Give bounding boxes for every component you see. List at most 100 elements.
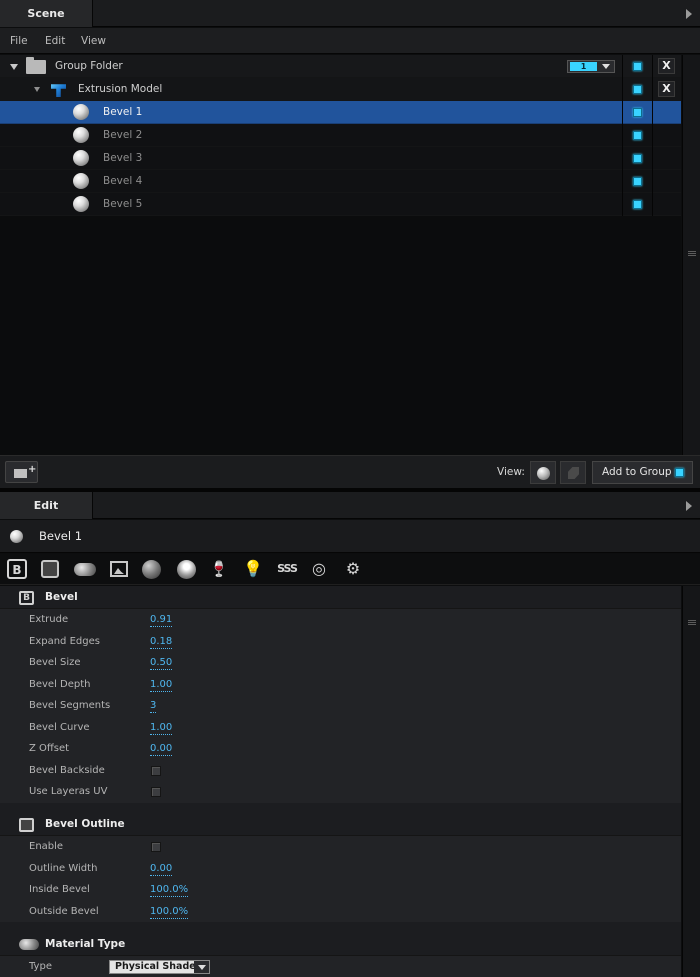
section-outline-header[interactable]: Bevel Outline bbox=[0, 813, 681, 836]
bevel-sphere-icon bbox=[73, 196, 89, 212]
material-type-select[interactable]: Physical Shader bbox=[109, 960, 210, 974]
menu-view[interactable]: View bbox=[81, 28, 106, 54]
visibility-toggle[interactable] bbox=[633, 200, 642, 209]
plus-icon: + bbox=[28, 464, 37, 475]
texture-icon[interactable] bbox=[110, 561, 128, 577]
visibility-toggle[interactable] bbox=[633, 62, 642, 71]
new-group-folder-button[interactable]: + bbox=[5, 461, 38, 483]
outline-enable-checkbox[interactable] bbox=[151, 842, 161, 852]
tree-row-bevel[interactable]: Bevel 1 bbox=[0, 101, 681, 124]
tree-row-bevel[interactable]: Bevel 5 bbox=[0, 193, 681, 216]
outside-bevel-value[interactable]: 100.0% bbox=[150, 904, 189, 919]
remove-group-button[interactable]: X bbox=[658, 58, 675, 74]
material-type-icon[interactable] bbox=[74, 563, 96, 576]
bevel-icon[interactable]: B bbox=[7, 559, 27, 579]
prop-enable: Enable bbox=[0, 836, 681, 858]
add-to-group-label: Add to Group bbox=[602, 466, 672, 478]
light-bulb-icon[interactable]: 💡 bbox=[242, 558, 264, 580]
scene-panel-header: Scene bbox=[0, 0, 700, 27]
bevel-label: Bevel 1 bbox=[103, 106, 143, 118]
folder-icon bbox=[26, 57, 46, 74]
edit-scrollbar[interactable] bbox=[682, 586, 700, 977]
scroll-grip[interactable] bbox=[688, 620, 696, 626]
prop-expand-edges: Expand Edges 0.18 bbox=[0, 630, 681, 652]
remove-model-button[interactable]: X bbox=[658, 81, 675, 97]
view-mesh-button[interactable] bbox=[560, 461, 586, 484]
menu-file[interactable]: File bbox=[10, 28, 28, 54]
column-divider bbox=[622, 78, 623, 101]
outline-width-value[interactable]: 0.00 bbox=[150, 861, 173, 876]
column-divider bbox=[652, 170, 653, 193]
bevel-size-value[interactable]: 0.50 bbox=[150, 655, 173, 670]
visibility-toggle[interactable] bbox=[633, 85, 642, 94]
bevel-outline-icon bbox=[19, 818, 34, 832]
material-type-icon bbox=[19, 939, 39, 950]
inside-bevel-value[interactable]: 100.0% bbox=[150, 882, 189, 897]
bevel-sphere-icon bbox=[73, 127, 89, 143]
tree-row-extrusion-model[interactable]: Extrusion Model X bbox=[0, 78, 681, 101]
section-bevel-header[interactable]: B Bevel bbox=[0, 586, 681, 609]
column-divider bbox=[622, 147, 623, 170]
tree-row-bevel[interactable]: Bevel 2 bbox=[0, 124, 681, 147]
menu-edit[interactable]: Edit bbox=[45, 28, 65, 54]
bevel-sphere-icon bbox=[73, 104, 89, 120]
view-label: View: bbox=[497, 466, 525, 478]
group-count-dropdown[interactable]: 1 bbox=[567, 60, 615, 73]
expand-arrow-icon[interactable] bbox=[10, 64, 18, 70]
visibility-toggle[interactable] bbox=[633, 131, 642, 140]
prop-label: Bevel Curve bbox=[29, 721, 90, 733]
section-material-header[interactable]: Material Type bbox=[0, 933, 681, 956]
prop-label: Bevel Depth bbox=[29, 678, 91, 690]
folder-icon bbox=[14, 469, 27, 478]
edit-tab[interactable]: Edit bbox=[0, 492, 93, 519]
column-divider bbox=[622, 124, 623, 147]
sphere-material-icon[interactable] bbox=[142, 560, 161, 579]
scroll-grip[interactable] bbox=[688, 251, 696, 257]
chevron-down-icon bbox=[194, 961, 209, 973]
column-divider bbox=[652, 55, 653, 78]
bevel-sphere-icon bbox=[73, 173, 89, 189]
scene-toolbar: + View: Add to Group bbox=[0, 455, 700, 488]
visibility-toggle[interactable] bbox=[633, 108, 642, 117]
mesh-icon bbox=[568, 467, 579, 479]
edit-title-bar: Bevel 1 bbox=[0, 520, 700, 553]
wireframe-sphere-icon[interactable]: ◎ bbox=[308, 558, 330, 580]
prop-bevel-depth: Bevel Depth 1.00 bbox=[0, 673, 681, 695]
sss-icon[interactable]: SSS bbox=[274, 558, 300, 580]
tree-row-bevel[interactable]: Bevel 3 bbox=[0, 147, 681, 170]
bevel-curve-value[interactable]: 1.00 bbox=[150, 720, 173, 735]
tree-row-bevel[interactable]: Bevel 4 bbox=[0, 170, 681, 193]
reflection-icon[interactable] bbox=[177, 560, 196, 579]
column-divider bbox=[652, 124, 653, 147]
tree-row-group-folder[interactable]: Group Folder 1 X bbox=[0, 55, 681, 78]
visibility-toggle[interactable] bbox=[633, 177, 642, 186]
column-divider bbox=[622, 193, 623, 216]
view-material-button[interactable] bbox=[530, 461, 556, 484]
prop-bevel-curve: Bevel Curve 1.00 bbox=[0, 716, 681, 738]
scene-tree: Group Folder 1 X Extrusion Model X Bevel… bbox=[0, 55, 681, 455]
visibility-toggle[interactable] bbox=[633, 154, 642, 163]
bevel-label: Bevel 4 bbox=[103, 175, 143, 187]
bevel-depth-value[interactable]: 1.00 bbox=[150, 677, 173, 692]
scene-tab[interactable]: Scene bbox=[0, 0, 93, 27]
bevel-backside-checkbox[interactable] bbox=[151, 765, 161, 776]
prop-extrude: Extrude 0.91 bbox=[0, 609, 681, 631]
bevel-outline-icon[interactable] bbox=[41, 560, 59, 578]
use-layer-uv-checkbox[interactable] bbox=[151, 787, 161, 797]
prop-bevel-size: Bevel Size 0.50 bbox=[0, 652, 681, 674]
add-to-group-button[interactable]: Add to Group bbox=[592, 461, 693, 484]
prop-outside-bevel: Outside Bevel 100.0% bbox=[0, 900, 681, 922]
extrude-value[interactable]: 0.91 bbox=[150, 612, 173, 627]
prop-label: Extrude bbox=[29, 614, 69, 625]
scene-panel-menu-arrow-icon[interactable] bbox=[686, 9, 692, 19]
prop-outline-width: Outline Width 0.00 bbox=[0, 857, 681, 879]
z-offset-value[interactable]: 0.00 bbox=[150, 741, 173, 756]
expand-edges-value[interactable]: 0.18 bbox=[150, 634, 173, 649]
glass-icon[interactable]: 🍷 bbox=[208, 558, 230, 580]
bevel-segments-value[interactable]: 3 bbox=[150, 698, 157, 713]
edit-panel-menu-arrow-icon[interactable] bbox=[686, 501, 692, 511]
scene-scrollbar[interactable] bbox=[682, 55, 700, 455]
gear-icon[interactable]: ⚙ bbox=[342, 558, 364, 580]
prop-label: Outside Bevel bbox=[29, 905, 99, 917]
expand-arrow-icon[interactable] bbox=[34, 87, 40, 92]
